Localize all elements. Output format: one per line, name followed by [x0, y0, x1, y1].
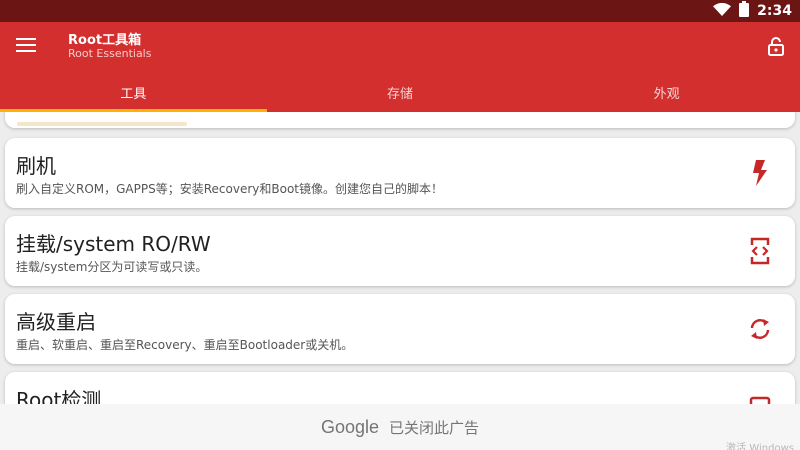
status-time: 2:34 — [757, 3, 792, 19]
ad-brand: Google — [320, 416, 380, 437]
wifi-icon — [713, 2, 732, 21]
card-root-check[interactable]: Root检测 — [5, 372, 795, 404]
ad-closed-text: 已关闭此广告 — [389, 418, 480, 437]
menu-button[interactable] — [10, 31, 42, 59]
card-title: Root检测 — [16, 388, 102, 404]
code-swap-icon — [747, 236, 773, 266]
app-toolbar: Root工具箱 Root Essentials 工具 存储 外观 — [0, 22, 800, 112]
list-item-partial[interactable] — [5, 112, 795, 128]
card-description: 重启、软重启、重启至Recovery、重启至Bootloader或关机。 — [16, 338, 354, 352]
card-title: 刷机 — [16, 154, 56, 178]
windows-watermark: 激活 Windows — [726, 443, 794, 450]
status-bar: 2:34 — [0, 0, 800, 22]
card-description: 刷入自定义ROM，GAPPS等；安装Recovery和Boot镜像。创建您自己的… — [16, 182, 443, 196]
card-title: 挂载/system RO/RW — [16, 232, 211, 256]
app-title: Root工具箱 — [68, 33, 142, 48]
hamburger-menu-icon — [16, 38, 36, 52]
card-advanced-reboot[interactable]: 高级重启 重启、软重启、重启至Recovery、重启至Bootloader或关机… — [5, 294, 795, 364]
check-box-icon — [747, 392, 773, 404]
card-mount-system[interactable]: 挂载/system RO/RW 挂载/system分区为可读写或只读。 — [5, 216, 795, 286]
ad-banner: Google 已关闭此广告 — [0, 404, 800, 450]
refresh-icon — [747, 314, 773, 344]
card-title: 高级重启 — [16, 310, 96, 334]
card-flash[interactable]: 刷机 刷入自定义ROM，GAPPS等；安装Recovery和Boot镜像。创建您… — [5, 138, 795, 208]
lock-button[interactable] — [764, 33, 788, 59]
tools-list[interactable]: 刷机 刷入自定义ROM，GAPPS等；安装Recovery和Boot镜像。创建您… — [0, 112, 800, 404]
status-icons: 2:34 — [713, 0, 792, 22]
lock-open-icon — [768, 37, 784, 56]
card-description: 挂载/system分区为可读写或只读。 — [16, 260, 208, 274]
partial-text-hint — [17, 122, 187, 126]
tab-bar: 工具 存储 外观 — [0, 72, 800, 112]
tab-appearance[interactable]: 外观 — [533, 72, 800, 112]
flash-icon — [747, 158, 773, 188]
tab-tools[interactable]: 工具 — [0, 72, 267, 112]
tab-storage[interactable]: 存储 — [267, 72, 534, 112]
app-subtitle: Root Essentials — [68, 47, 152, 60]
battery-icon — [739, 1, 750, 21]
